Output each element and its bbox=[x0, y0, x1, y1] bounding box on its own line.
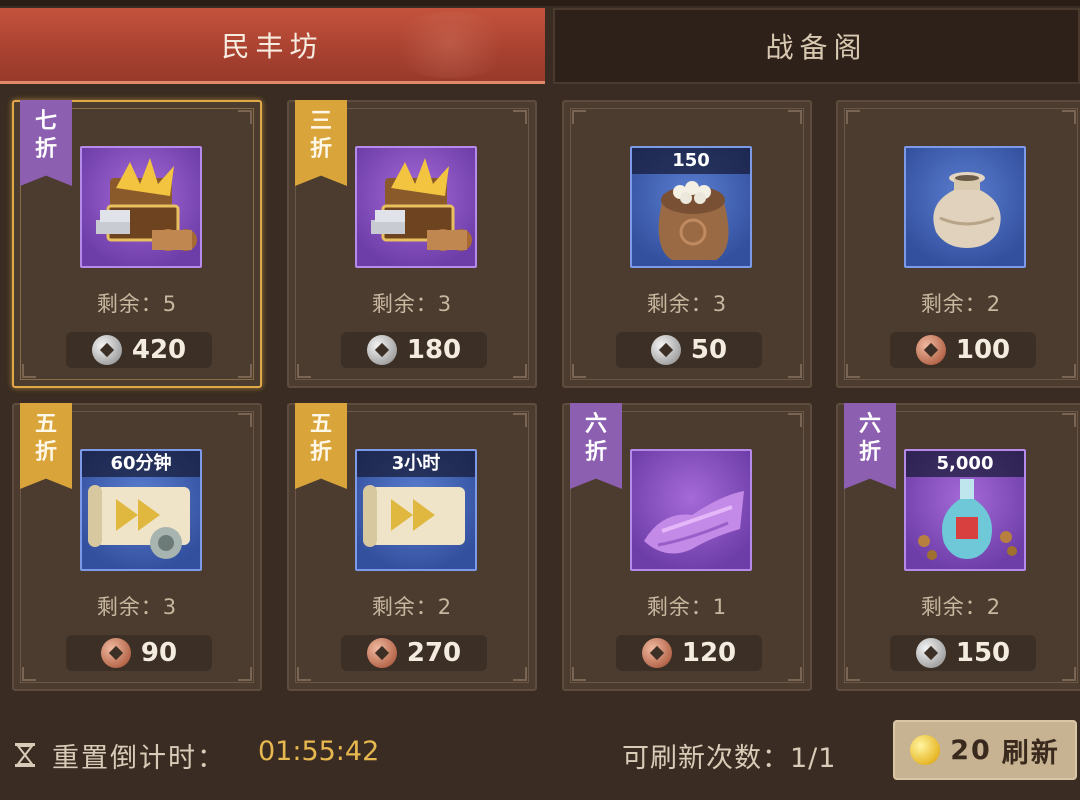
remaining-count: 剩余：2 bbox=[371, 595, 453, 619]
shop-item-card[interactable]: 剩余：2 100 bbox=[836, 100, 1080, 388]
item-quantity: 60分钟 bbox=[82, 451, 200, 477]
speedup-scroll-icon: 60分钟 bbox=[80, 449, 202, 571]
reset-countdown-label: 重置倒计时： bbox=[52, 743, 226, 774]
remaining-count: 剩余：1 bbox=[646, 595, 728, 619]
copper-coin-icon bbox=[641, 638, 672, 668]
treasure-chest-icon bbox=[80, 146, 202, 268]
copper-coin-icon bbox=[915, 335, 946, 365]
item-quantity: 3小时 bbox=[357, 451, 475, 477]
silver-coin-icon bbox=[650, 335, 681, 365]
buy-price-button[interactable]: 150 bbox=[890, 635, 1036, 671]
silver-coin-icon bbox=[366, 335, 397, 365]
buy-price-button[interactable]: 90 bbox=[66, 635, 212, 671]
price-value: 120 bbox=[681, 638, 737, 668]
treasure-chest-icon bbox=[355, 146, 477, 268]
price-value: 50 bbox=[690, 335, 728, 365]
discount-ribbon: 七折 bbox=[20, 100, 72, 186]
grain-sack-icon: 150 bbox=[630, 146, 752, 268]
item-quantity: 5,000 bbox=[906, 451, 1024, 477]
shop-item-card[interactable]: 五折 60分钟 剩余：3 90 bbox=[12, 403, 262, 691]
tab-minfengfang[interactable]: 民丰坊 bbox=[0, 8, 545, 84]
shop-item-card[interactable]: 150 剩余：3 50 bbox=[562, 100, 812, 388]
buy-price-button[interactable]: 270 bbox=[341, 635, 487, 671]
gold-coin-icon bbox=[910, 735, 941, 765]
remaining-count: 剩余：3 bbox=[646, 292, 728, 316]
shop-item-card[interactable]: 三折 剩余：3 180 bbox=[287, 100, 537, 388]
shop-item-card[interactable]: 七折 剩余：5 420 bbox=[12, 100, 262, 388]
top-border bbox=[0, 0, 1080, 6]
discount-ribbon: 六折 bbox=[844, 403, 896, 489]
remaining-count: 剩余：5 bbox=[96, 292, 178, 316]
buy-price-button[interactable]: 420 bbox=[66, 332, 212, 368]
price-value: 270 bbox=[406, 638, 462, 668]
buy-price-button[interactable]: 120 bbox=[616, 635, 762, 671]
refresh-cost: 20 bbox=[950, 734, 992, 766]
price-value: 90 bbox=[140, 638, 178, 668]
price-value: 180 bbox=[406, 335, 462, 365]
potion-vase-icon: 5,000 bbox=[904, 449, 1026, 571]
hourglass-icon bbox=[14, 742, 36, 768]
refresh-button-label: 刷新 bbox=[1001, 737, 1060, 769]
shop-item-card[interactable]: 六折 5,000 剩余：2 150 bbox=[836, 403, 1080, 691]
copper-coin-icon bbox=[100, 638, 131, 668]
discount-ribbon: 五折 bbox=[20, 403, 72, 489]
discount-ribbon: 六折 bbox=[570, 403, 622, 489]
silver-coin-icon bbox=[915, 638, 946, 668]
shop-tabs: 民丰坊 战备阁 bbox=[0, 8, 1080, 86]
shop-item-card[interactable]: 五折 3小时 剩余：2 270 bbox=[287, 403, 537, 691]
remaining-count: 剩余：2 bbox=[920, 292, 1002, 316]
ceramic-jar-icon bbox=[904, 146, 1026, 268]
purple-cloth-icon bbox=[630, 449, 752, 571]
buy-price-button[interactable]: 50 bbox=[616, 332, 762, 368]
tab-zhanbeige[interactable]: 战备阁 bbox=[553, 8, 1080, 84]
discount-ribbon: 五折 bbox=[295, 403, 347, 489]
refresh-button[interactable]: 20 刷新 bbox=[893, 720, 1077, 780]
copper-coin-icon bbox=[366, 638, 397, 668]
discount-ribbon: 三折 bbox=[295, 100, 347, 186]
refresh-count: 可刷新次数：1/1 bbox=[622, 743, 837, 774]
item-quantity: 150 bbox=[632, 148, 750, 174]
shop-footer: 重置倒计时： 01:55:42 可刷新次数：1/1 20 刷新 bbox=[0, 712, 1080, 800]
buy-price-button[interactable]: 180 bbox=[341, 332, 487, 368]
price-value: 100 bbox=[955, 335, 1011, 365]
speedup-scroll-icon: 3小时 bbox=[355, 449, 477, 571]
remaining-count: 剩余：3 bbox=[371, 292, 453, 316]
price-value: 150 bbox=[955, 638, 1011, 668]
buy-price-button[interactable]: 100 bbox=[890, 332, 1036, 368]
remaining-count: 剩余：3 bbox=[96, 595, 178, 619]
price-value: 420 bbox=[131, 335, 187, 365]
shop-item-card[interactable]: 六折 剩余：1 120 bbox=[562, 403, 812, 691]
reset-countdown-time: 01:55:42 bbox=[258, 736, 380, 767]
silver-coin-icon bbox=[91, 335, 122, 365]
remaining-count: 剩余：2 bbox=[920, 595, 1002, 619]
